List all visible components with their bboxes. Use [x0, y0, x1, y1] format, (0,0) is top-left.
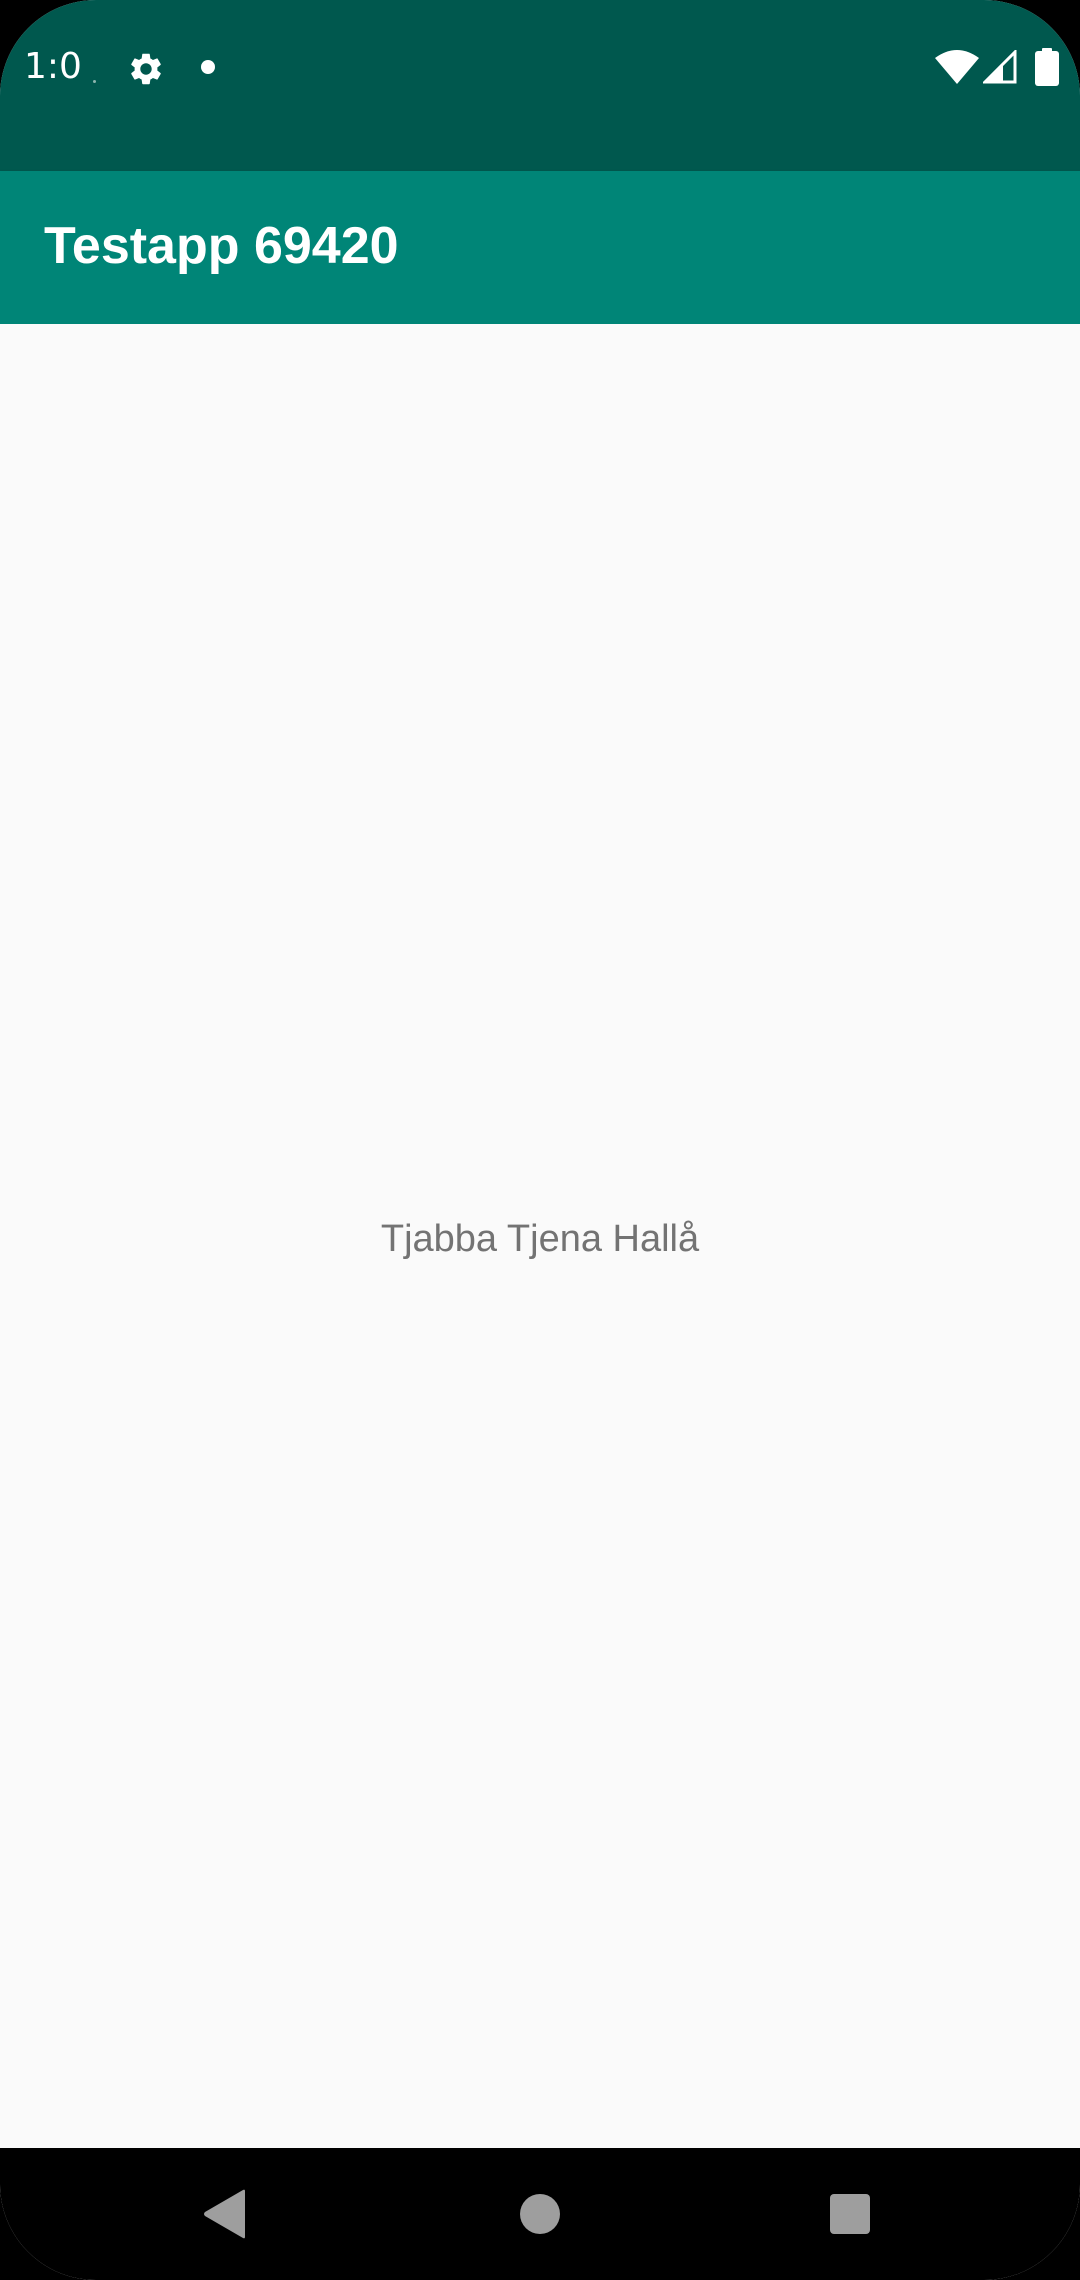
main-content: Tjabba Tjena Hallå: [0, 324, 1080, 2148]
greeting-text: Tjabba Tjena Hallå: [380, 1218, 700, 1260]
back-button[interactable]: [203, 2189, 247, 2239]
cell-signal-icon: [983, 50, 1017, 84]
wifi-icon: [935, 50, 979, 84]
app-bar: Testapp 69420: [0, 171, 1080, 324]
app-title: Testapp 69420: [44, 217, 399, 275]
status-bar: 1:0: [0, 0, 1080, 171]
gear-icon: [131, 53, 161, 85]
phone-screen: 1:0 Testapp 69420 Tjabba Tjena Hallå: [0, 0, 1080, 2280]
status-separator: [93, 80, 96, 83]
home-button[interactable]: [520, 2194, 560, 2234]
navigation-bar: [0, 2148, 1080, 2280]
status-time: 1:0: [24, 46, 82, 87]
battery-icon: [1035, 48, 1059, 86]
recents-button[interactable]: [830, 2194, 870, 2234]
notification-dot-icon: [201, 60, 215, 74]
